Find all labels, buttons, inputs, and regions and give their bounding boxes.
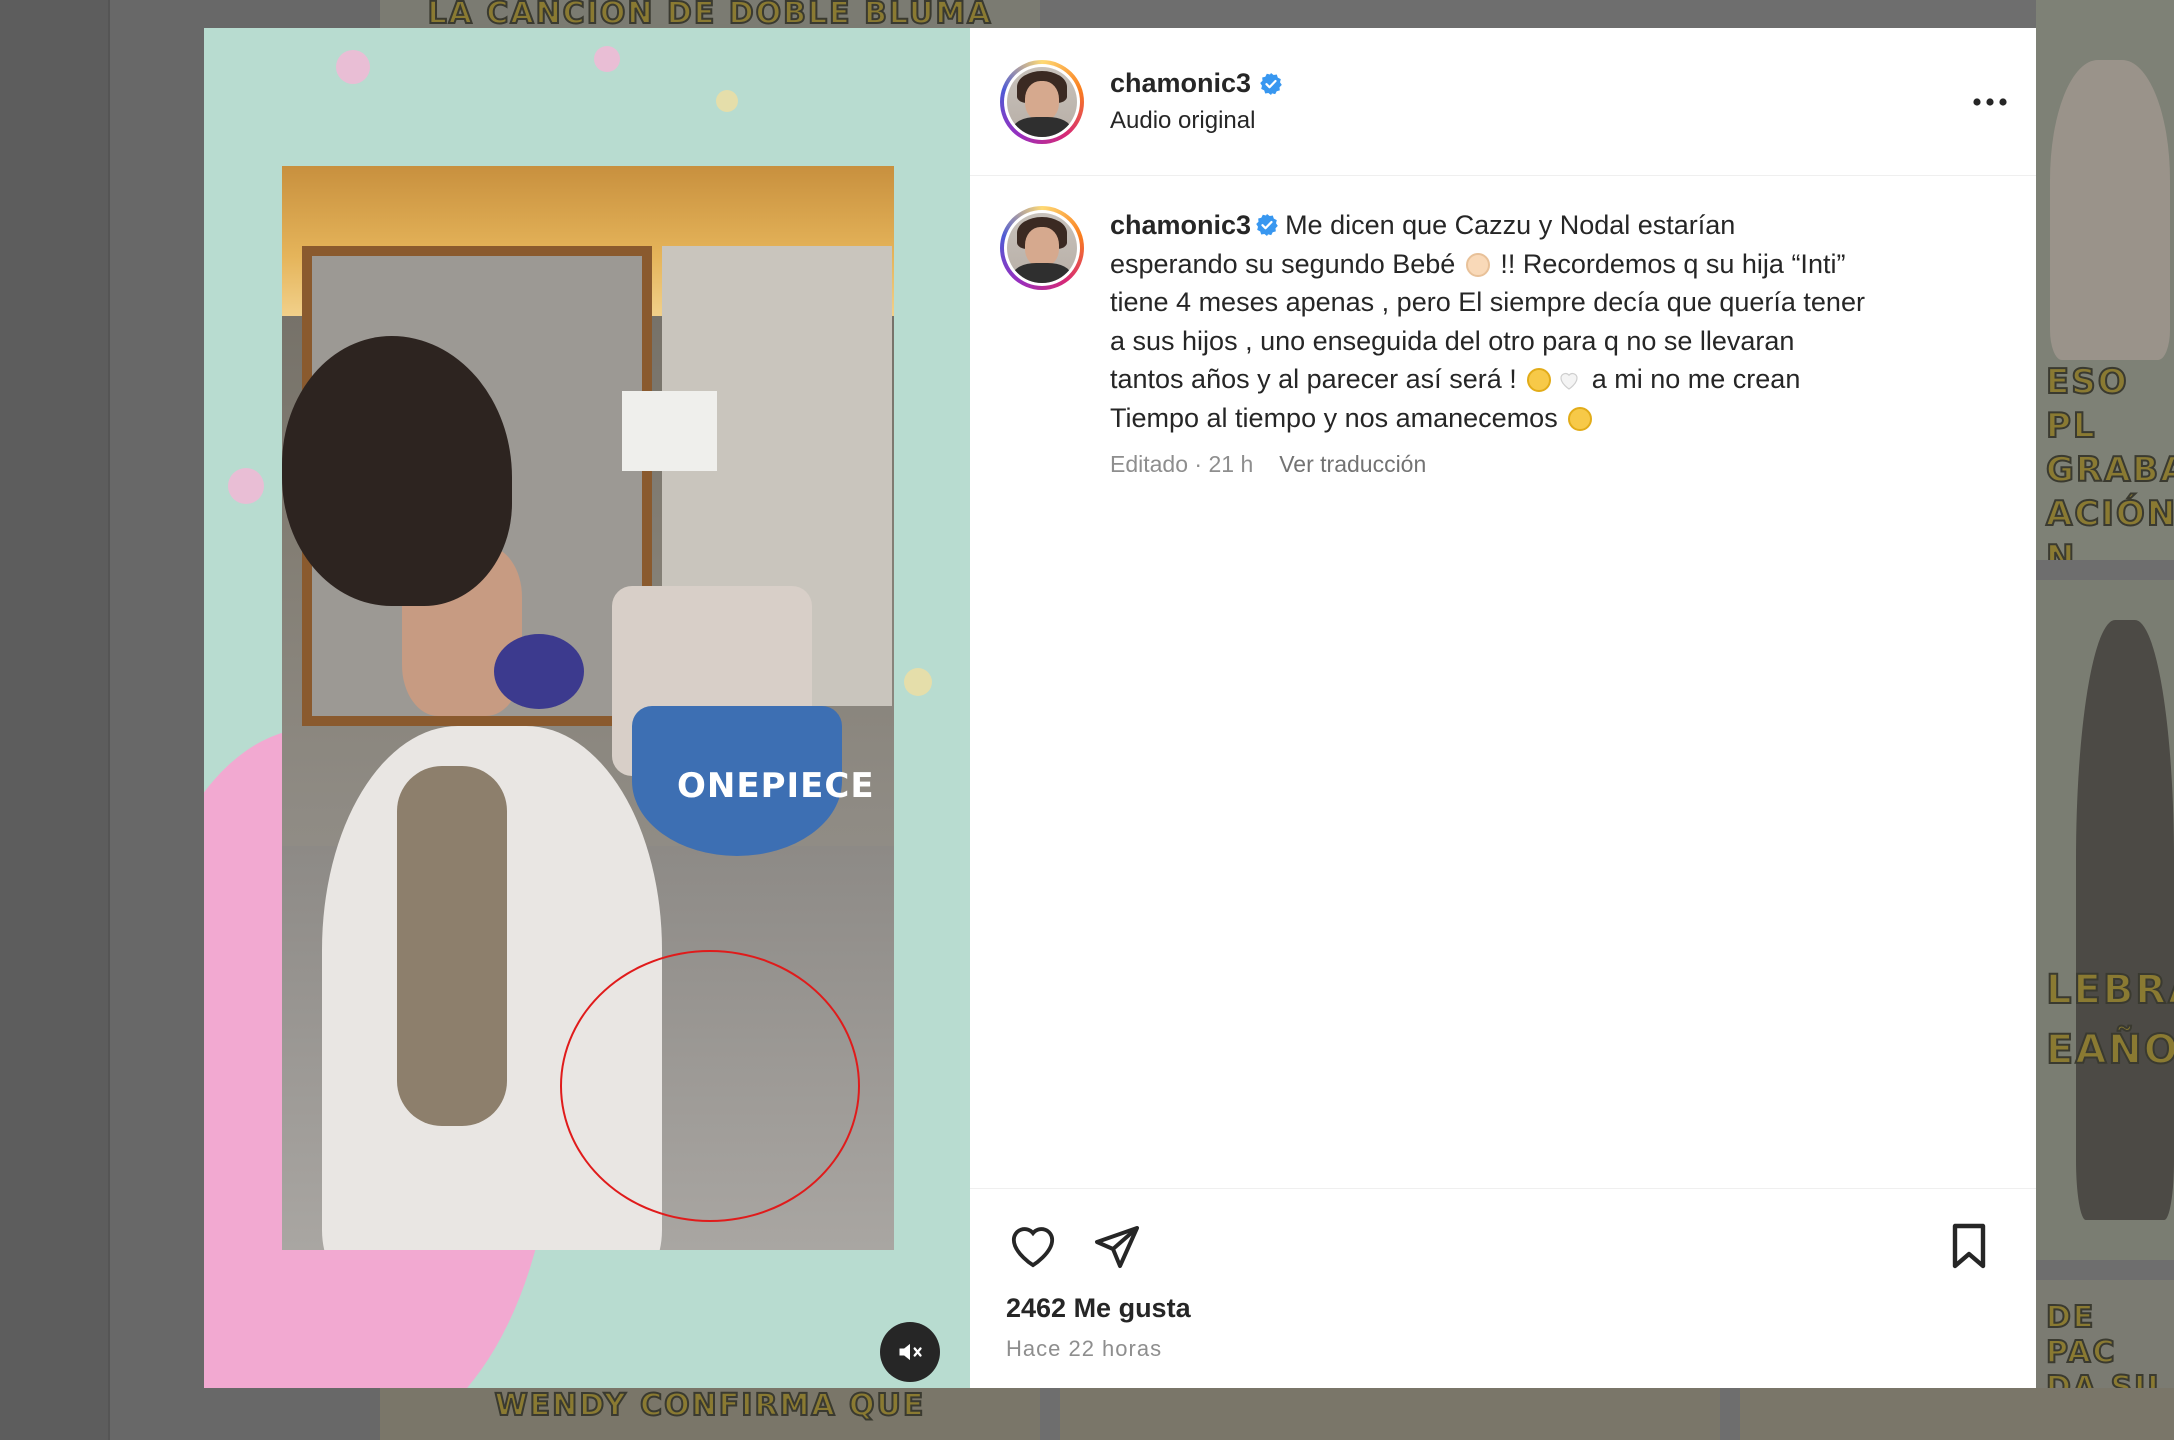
background-tile-bottom-3 — [1740, 1388, 2174, 1440]
see-translation-link[interactable]: Ver traducción — [1279, 451, 1426, 478]
baby-emoji-icon — [1465, 252, 1490, 277]
background-tile-text: LEBRA EAÑO — [2045, 966, 2174, 1074]
caption-line: Me dicen que Cazzu y Nodal estarían — [1285, 210, 1736, 240]
background-tile-top: LA CANCIÓN DE DOBLE BLUMA — [380, 0, 1040, 28]
caption-section: chamonic3 Me dicen que Cazzu y Nodal esta… — [970, 176, 2036, 1188]
share-button[interactable] — [1090, 1219, 1144, 1273]
post-modal: ONEPIECE chamonic3 Audio original chamon… — [204, 28, 2036, 1388]
caption-text: chamonic3 Me dicen que Cazzu y Nodal esta… — [1110, 206, 1996, 437]
edited-time[interactable]: 21 h — [1208, 451, 1253, 477]
verified-badge-icon — [1256, 214, 1278, 236]
avatar[interactable] — [1000, 59, 1084, 144]
caption-line: a mi no me crean — [1591, 364, 1801, 394]
username-link[interactable]: chamonic3 — [1110, 68, 1251, 99]
caption-line: !! Recordemos q su hija “Inti” — [1500, 248, 1846, 279]
background-tile-right-2: LEBRA EAÑO — [2036, 580, 2174, 1260]
decorative-dot — [904, 668, 932, 696]
save-button[interactable] — [1942, 1219, 1996, 1273]
background-figure — [2076, 620, 2174, 1220]
background-figure — [2050, 60, 2170, 360]
caption-line: tiene 4 meses apenas , pero El siempre d… — [1110, 287, 1865, 317]
more-options-button[interactable] — [1972, 77, 2008, 127]
post-timestamp[interactable]: Hace 22 horas — [1006, 1336, 1996, 1362]
caption-body: chamonic3 Me dicen que Cazzu y Nodal esta… — [1110, 206, 1996, 1188]
background-tile-text: LA CANCIÓN DE DOBLE BLUMA — [427, 0, 993, 28]
decorative-dot — [594, 46, 620, 72]
more-horizontal-icon — [1973, 97, 2007, 106]
post-header: chamonic3 Audio original — [970, 28, 2036, 176]
caption-avatar[interactable] — [1000, 206, 1084, 290]
heart-icon — [1011, 1227, 1055, 1268]
video-person-arm — [397, 766, 507, 1126]
verified-badge-icon — [1260, 72, 1282, 95]
like-button[interactable] — [1006, 1219, 1060, 1273]
mute-button[interactable] — [880, 1322, 940, 1382]
bookmark-icon — [1952, 1223, 1986, 1269]
post-media[interactable]: ONEPIECE — [204, 28, 970, 1388]
caption-line: Tiempo al tiempo y nos amanecemos — [1110, 402, 1558, 433]
caption-line: a sus hijos , uno enseguida del otro par… — [1110, 325, 1795, 356]
grimace-emoji-icon — [1527, 368, 1552, 392]
background-tile-text: ESO PL GRABAR ACIÓN N — [2045, 361, 2174, 560]
white-heart-emoji-icon — [1560, 372, 1578, 390]
background-tile-bottom-2 — [1060, 1388, 1720, 1440]
avatar-image — [1007, 213, 1077, 283]
decorative-dot — [716, 90, 738, 112]
speaker-muted-icon — [899, 1343, 922, 1361]
edited-label: Editado — [1110, 451, 1189, 477]
background-tile-right-1: ESO PL GRABAR ACIÓN N — [2036, 0, 2174, 560]
caption-line: esperando su segundo Bebé — [1110, 248, 1456, 279]
post-panel: chamonic3 Audio original chamonic3 Me di… — [970, 28, 2036, 1388]
header-text: chamonic3 Audio original — [1110, 68, 1972, 135]
caption-meta: Editado · 21 h Ver traducción — [1110, 451, 1996, 478]
highlight-circle — [560, 950, 860, 1222]
audio-link[interactable]: Audio original — [1110, 107, 1972, 135]
video-cake-label: ONEPIECE — [677, 766, 875, 806]
meta-separator: · — [1194, 451, 1203, 477]
avatar-image — [1007, 66, 1077, 137]
decorative-dot — [228, 468, 264, 504]
caption-line: tantos años y al parecer así será ! — [1110, 364, 1517, 394]
background-tile-text: WENDY CONFIRMA QUE — [494, 1388, 926, 1424]
post-actions: 2462 Me gusta Hace 22 horas — [970, 1188, 2036, 1388]
background-tile-bottom-1: WENDY CONFIRMA QUE — [380, 1388, 1040, 1440]
video-blue-decoration — [494, 634, 584, 709]
like-count[interactable]: 2462 Me gusta — [1006, 1293, 1996, 1324]
caption-username-link[interactable]: chamonic3 — [1110, 210, 1251, 240]
video-cake-sail — [622, 391, 717, 471]
background-sidebar — [0, 0, 110, 1440]
decorative-dot — [336, 50, 370, 84]
zany-face-emoji-icon — [1568, 406, 1593, 431]
paper-plane-icon — [1095, 1226, 1139, 1268]
